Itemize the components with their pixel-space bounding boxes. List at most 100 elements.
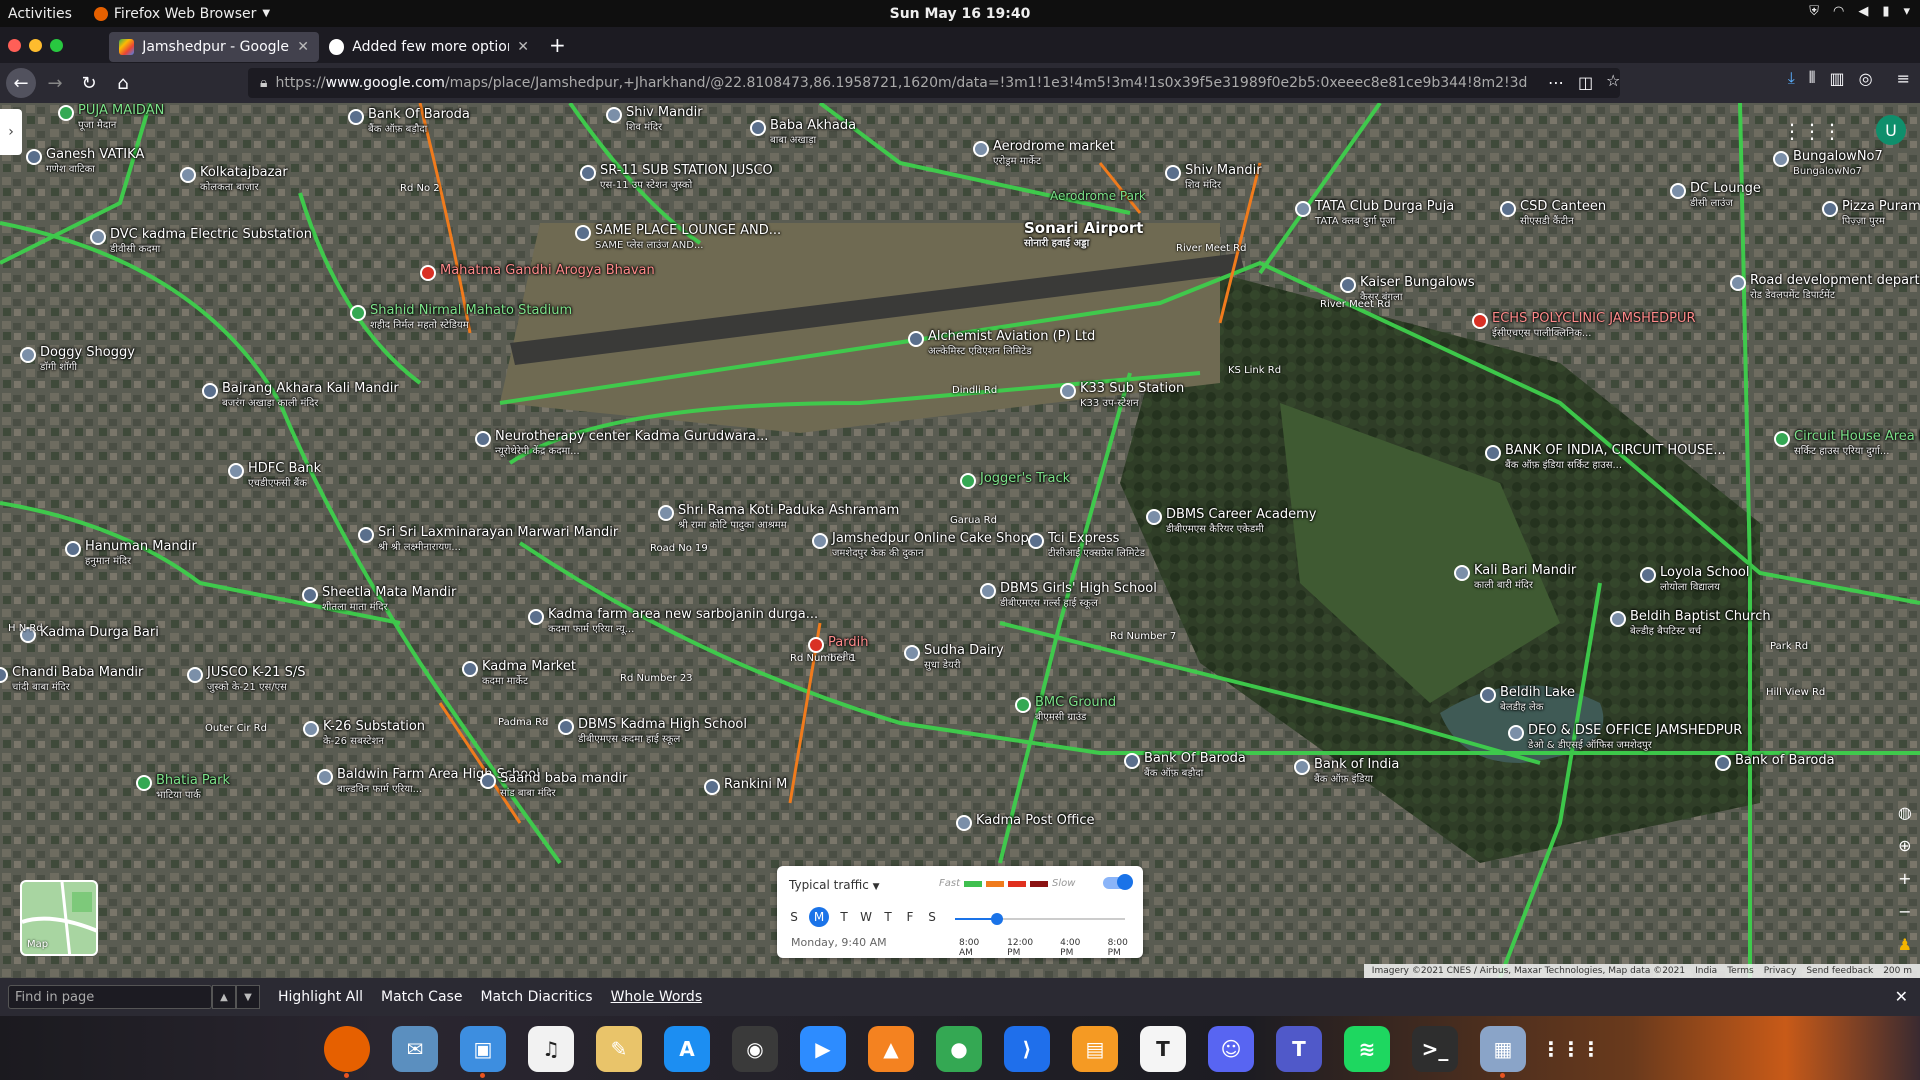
place-label-joggers-track[interactable]: Jogger's Track: [980, 471, 1070, 486]
download-icon[interactable]: ⤓: [1788, 68, 1795, 88]
place-marker-icon[interactable]: [704, 779, 720, 795]
place-label-tci-express[interactable]: Tci Express टीसीआई एक्सप्रेस लिमिटेड: [1048, 531, 1145, 561]
place-label-bajrang-akhara[interactable]: Bajrang Akhara Kali Mandir बजरंग अखाड़ा क…: [222, 381, 399, 411]
place-marker-icon[interactable]: [348, 109, 364, 125]
place-label-csd-canteen[interactable]: CSD Canteen सीएसडी कैंटीन: [1520, 199, 1606, 229]
place-marker-icon[interactable]: [65, 541, 81, 557]
place-label-beldih-baptist[interactable]: Beldih Baptist Church बेल्डीह बैपटिस्ट चर…: [1630, 609, 1771, 639]
place-marker-icon[interactable]: [480, 773, 496, 789]
place-marker-icon[interactable]: [580, 165, 596, 181]
place-marker-icon[interactable]: [904, 645, 920, 661]
place-label-beldih-lake[interactable]: Beldih Lake बेलडीह लेक: [1500, 685, 1575, 715]
place-marker-icon[interactable]: [1294, 759, 1310, 775]
place-label-deo-dse-office[interactable]: DEO & DSE OFFICE JAMSHEDPUR डेओ & डीएसई ऑ…: [1528, 723, 1742, 753]
place-marker-icon[interactable]: [317, 769, 333, 785]
place-marker-icon[interactable]: [658, 505, 674, 521]
map-footer-item[interactable]: Send feedback: [1806, 966, 1873, 976]
place-label-kadma-market[interactable]: Kadma Market कदमा मार्केट: [482, 659, 576, 689]
traffic-mode-dropdown[interactable]: Typical traffic ▼: [789, 878, 880, 892]
place-label-hdfc-bank[interactable]: HDFC Bank एचडीएफसी बैंक: [248, 461, 321, 491]
place-label-echs-polyclinic[interactable]: ECHS POLYCLINIC JAMSHEDPUR ईसीएचएस पालीक्…: [1492, 311, 1696, 341]
place-marker-icon[interactable]: [1480, 687, 1496, 703]
place-marker-icon[interactable]: [1730, 275, 1746, 291]
place-label-aerodrome-park[interactable]: Aerodrome Park: [1050, 189, 1146, 204]
place-marker-icon[interactable]: [1015, 697, 1031, 713]
place-label-loyola-school[interactable]: Loyola School लोयोला विद्यालय: [1660, 565, 1749, 595]
typora-icon[interactable]: T: [1140, 1026, 1186, 1072]
place-label-baba-akhada[interactable]: Baba Akhada बाबा अखाड़ा: [770, 118, 856, 148]
place-label-kadma-farm-area[interactable]: Kadma farm area new sarbojanin durga... क…: [548, 607, 818, 637]
place-marker-icon[interactable]: [1500, 201, 1516, 217]
battery-icon[interactable]: ▮: [1882, 4, 1889, 19]
place-marker-icon[interactable]: [475, 431, 491, 447]
music-icon[interactable]: ♫: [528, 1026, 574, 1072]
place-marker-icon[interactable]: [228, 463, 244, 479]
place-marker-icon[interactable]: [956, 815, 972, 831]
place-marker-icon[interactable]: [558, 719, 574, 735]
place-label-aerodrome-market[interactable]: Aerodrome market एरोड्रम मार्केट: [993, 139, 1115, 169]
terminal-icon[interactable]: >_: [1412, 1026, 1458, 1072]
globe-icon[interactable]: ◍: [1898, 803, 1912, 822]
match-diacritics-toggle[interactable]: Match Diacritics: [480, 989, 592, 1005]
close-icon[interactable]: ✕: [297, 39, 309, 55]
place-marker-icon[interactable]: [1670, 183, 1686, 199]
place-label-saand-baba[interactable]: Saand baba mandir सांड बाबा मंदिर: [500, 771, 627, 801]
place-label-alchemist-aviation[interactable]: Alchemist Aviation (P) Ltd अल्केमिस्ट एवि…: [928, 329, 1095, 359]
map-layer-toggle[interactable]: Map: [20, 880, 98, 956]
place-label-road-development[interactable]: Road development department रोड डेवलपमेंट…: [1750, 273, 1920, 303]
clock[interactable]: Sun May 16 19:40: [0, 6, 1920, 22]
place-label-bank-of-india-circuit[interactable]: BANK OF INDIA, CIRCUIT HOUSE... बैंक ऑफ़ …: [1505, 443, 1726, 473]
day-option[interactable]: W: [859, 910, 873, 927]
day-option[interactable]: M: [809, 907, 829, 927]
wifi-icon[interactable]: ◠: [1833, 4, 1844, 19]
activities-button[interactable]: Activities: [8, 6, 72, 22]
place-label-rankini[interactable]: Rankini M: [724, 777, 787, 792]
place-marker-icon[interactable]: [187, 667, 203, 683]
place-label-bank-of-baroda-3[interactable]: Bank of Baroda: [1735, 753, 1835, 768]
place-marker-icon[interactable]: [1340, 277, 1356, 293]
image-viewer-icon[interactable]: ▦: [1480, 1026, 1526, 1072]
sidebar-icon[interactable]: ▥: [1830, 69, 1845, 88]
mail-icon[interactable]: ✉: [392, 1026, 438, 1072]
pegman-icon[interactable]: ♟: [1898, 935, 1912, 954]
place-label-sudha-dairy[interactable]: Sudha Dairy सुधा डेयरी: [924, 643, 1004, 673]
place-label-bank-of-baroda-2[interactable]: Bank Of Baroda बैंक ऑफ़ बड़ौदा: [1144, 751, 1246, 781]
place-label-shahid-nirmal[interactable]: Shahid Nirmal Mahato Stadium शहीद निर्मल …: [370, 303, 572, 333]
map-footer-item[interactable]: India: [1695, 966, 1717, 976]
place-label-mahatma-gandhi-arogya[interactable]: Mahatma Gandhi Arogya Bhavan: [440, 263, 655, 278]
place-label-chandi-baba-mandir[interactable]: Chandi Baba Mandir चांदी बाबा मंदिर: [12, 665, 143, 695]
place-marker-icon[interactable]: [575, 225, 591, 241]
day-option[interactable]: S: [925, 910, 939, 927]
library-icon[interactable]: ⫴: [1809, 68, 1816, 88]
place-label-kolkata-bazar[interactable]: Kolkatajbazar कोलकता बाज़ार: [200, 165, 288, 195]
place-marker-icon[interactable]: [462, 661, 478, 677]
place-marker-icon[interactable]: [58, 105, 74, 121]
find-input[interactable]: Find in page: [8, 985, 212, 1009]
app-menu[interactable]: Firefox Web Browser ▼: [93, 6, 270, 22]
place-marker-icon[interactable]: [1060, 383, 1076, 399]
place-marker-icon[interactable]: [808, 637, 824, 653]
place-label-dbms-career[interactable]: DBMS Career Academy डीबीएमएस कैरियर एकेडम…: [1166, 507, 1317, 537]
place-label-dbms-kadma-high[interactable]: DBMS Kadma High School डीबीएमएस कदमा हाई …: [578, 717, 747, 747]
spotify-icon[interactable]: ≋: [1344, 1026, 1390, 1072]
place-marker-icon[interactable]: [1822, 201, 1838, 217]
place-marker-icon[interactable]: [302, 587, 318, 603]
place-label-tata-club[interactable]: TATA Club Durga Puja TATA क्लब दुर्गा पूज…: [1315, 199, 1454, 229]
place-marker-icon[interactable]: [136, 775, 152, 791]
place-label-shiv-mandir-1[interactable]: Shiv Mandir शिव मंदिर: [626, 105, 703, 135]
bookmark-star-icon[interactable]: ☆: [1606, 71, 1620, 90]
place-marker-icon[interactable]: [980, 583, 996, 599]
place-label-sri-laxminarayan[interactable]: Sri Sri Laxminarayan Marwari Mandir श्री …: [378, 525, 618, 555]
place-label-circuit-house-area[interactable]: Circuit House Area Durga Puja Ground सर्क…: [1794, 429, 1920, 459]
place-marker-icon[interactable]: [812, 533, 828, 549]
teams-icon[interactable]: T: [1276, 1026, 1322, 1072]
place-marker-icon[interactable]: [960, 473, 976, 489]
vscode-icon[interactable]: ⟩: [1004, 1026, 1050, 1072]
shield-icon[interactable]: ⛨: [1809, 4, 1819, 19]
place-marker-icon[interactable]: [1454, 565, 1470, 581]
app-store-icon[interactable]: A: [664, 1026, 710, 1072]
place-marker-icon[interactable]: [973, 141, 989, 157]
place-label-same-place-lounge[interactable]: SAME PLACE LOUNGE AND... SAME प्लेस लाउंज…: [595, 223, 781, 253]
forward-button[interactable]: →: [40, 68, 70, 98]
account-icon[interactable]: ◎: [1859, 69, 1873, 88]
